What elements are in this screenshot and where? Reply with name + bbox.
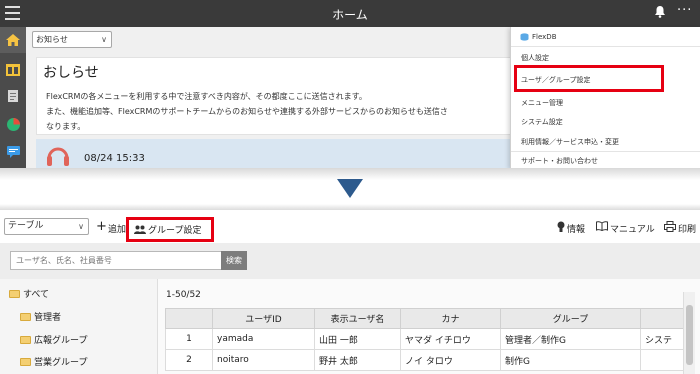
gift-icon[interactable] [0, 55, 26, 81]
column-header[interactable]: グループ [500, 308, 641, 329]
notice-line: また、機能追加等、FlexCRMのサポートチームからのお知らせや連携する外部サー… [46, 107, 448, 116]
notice-category-value: お知らせ [36, 35, 68, 44]
table-cell: ヤマダ イチロウ [400, 328, 501, 350]
notice-line: FlexCRMの各メニューを利用する中で注意すべき内容が、その都度ここに送信され… [46, 92, 367, 101]
folder-icon [20, 313, 31, 321]
group-settings-label: グループ設定 [148, 226, 202, 236]
table-cell: 制作G [500, 349, 641, 371]
tree-item-label: すべて [23, 290, 50, 300]
column-header[interactable]: ユーザID [212, 308, 315, 329]
vertical-scrollbar[interactable] [683, 292, 695, 374]
database-icon [520, 33, 529, 41]
chevron-down-icon: ∨ [78, 222, 84, 231]
transition-band [0, 168, 700, 210]
folder-icon [20, 358, 31, 366]
pie-chart-icon[interactable] [0, 111, 26, 137]
notice-category-select[interactable]: お知らせ ∨ [32, 31, 112, 48]
user-list-screen: テーブル ∨ + 追加 グループ設定 情報 マニュアル 印刷 検索 すべて 管理… [0, 210, 700, 374]
lightbulb-icon [557, 221, 565, 232]
tree-item-label: 管理者 [34, 313, 62, 323]
column-header[interactable] [165, 308, 213, 329]
column-header[interactable] [640, 308, 686, 329]
menu-divider [511, 46, 700, 47]
print-icon [664, 221, 676, 232]
table-header-row: ユーザID 表示ユーザ名 カナ グループ [165, 308, 686, 329]
top-bar: ホーム ··· [0, 0, 700, 27]
table-cell: システ [640, 328, 686, 350]
view-type-value: テーブル [8, 221, 44, 231]
users-icon [134, 225, 146, 234]
add-button[interactable]: 追加 [108, 222, 126, 235]
tree-item-label: 営業グループ [34, 358, 88, 368]
home-screen: ホーム ··· お知らせ ∨ おしらせ FlexCRMの各メニューを利用する中で… [0, 0, 700, 168]
table-cell: ノイ タロウ [400, 349, 501, 371]
print-button[interactable]: 印刷 [678, 222, 696, 235]
folder-icon [20, 336, 31, 344]
menu-divider [511, 151, 700, 152]
app-title: ホーム [332, 8, 368, 22]
table-cell: 野井 太郎 [314, 349, 401, 371]
tree-item-label: 広報グループ [34, 336, 88, 346]
bell-icon[interactable] [654, 5, 666, 22]
search-input[interactable] [10, 251, 222, 270]
home-icon[interactable] [0, 27, 26, 53]
scrollbar-thumb[interactable] [686, 305, 693, 365]
notice-body: FlexCRMの各メニューを利用する中で注意すべき内容が、その都度ここに送信され… [46, 89, 516, 134]
notice-time: 08/24 15:33 [84, 153, 145, 164]
column-header[interactable]: 表示ユーザ名 [314, 308, 401, 329]
table-cell: 2 [165, 349, 213, 371]
menu-header: FlexDB [532, 33, 557, 41]
table-row[interactable]: 1 yamada 山田 一郎 ヤマダ イチロウ 管理者／制作G システ [165, 328, 686, 350]
user-table: ユーザID 表示ユーザ名 カナ グループ 1 yamada 山田 一郎 ヤマダ … [165, 308, 686, 371]
more-options-icon[interactable]: ··· [677, 3, 692, 18]
table-cell: 山田 一郎 [314, 328, 401, 350]
info-button[interactable]: 情報 [567, 222, 585, 235]
table-cell: 管理者／制作G [500, 328, 641, 350]
chevron-down-icon: ∨ [101, 35, 107, 44]
table-row[interactable]: 2 noitaro 野井 太郎 ノイ タロウ 制作G [165, 349, 686, 371]
menu-item-usage-info[interactable]: 利用情報／サービス申込・変更 [521, 137, 619, 147]
record-count: 1-50/52 [166, 290, 201, 300]
menu-item-system-settings[interactable]: システム設定 [521, 117, 563, 127]
menu-item-personal-settings[interactable]: 個人設定 [521, 53, 549, 63]
notice-list-item[interactable]: 08/24 15:33 [36, 139, 516, 168]
tree-item-sales-group[interactable]: 営業グループ [20, 355, 87, 368]
document-icon[interactable] [0, 83, 26, 109]
folder-icon [9, 290, 20, 298]
highlight-box [514, 65, 664, 92]
notice-heading: おしらせ [43, 65, 99, 81]
book-icon [596, 221, 608, 231]
chat-icon[interactable] [0, 139, 26, 165]
notice-panel: おしらせ FlexCRMの各メニューを利用する中で注意すべき内容が、その都度ここ… [36, 57, 516, 135]
tree-item-admin[interactable]: 管理者 [20, 310, 61, 323]
view-type-select[interactable]: テーブル ∨ [4, 218, 89, 235]
plus-icon[interactable]: + [96, 219, 107, 234]
settings-dropdown-menu: FlexDB 個人設定 ユーザ／グループ設定 メニュー管理 システム設定 利用情… [510, 27, 700, 168]
menu-item-support[interactable]: サポート・お問い合わせ [521, 156, 598, 166]
menu-item-menu-management[interactable]: メニュー管理 [521, 98, 563, 108]
toolbar: テーブル ∨ + 追加 グループ設定 情報 マニュアル 印刷 [0, 210, 700, 243]
search-button[interactable]: 検索 [221, 251, 247, 270]
down-arrow-icon [337, 179, 363, 198]
tree-item-all[interactable]: すべて [9, 287, 49, 300]
group-tree: すべて 管理者 広報グループ 営業グループ [0, 279, 158, 374]
table-cell: 1 [165, 328, 213, 350]
user-list: 1-50/52 ユーザID 表示ユーザ名 カナ グループ 1 yamada 山田… [158, 279, 700, 374]
column-header[interactable]: カナ [400, 308, 501, 329]
search-bar: 検索 [0, 243, 700, 279]
headset-icon [47, 147, 69, 166]
left-nav [0, 27, 26, 168]
manual-button[interactable]: マニュアル [610, 222, 655, 235]
table-cell: yamada [212, 328, 315, 350]
table-cell [640, 349, 686, 371]
group-settings-button[interactable]: グループ設定 [126, 217, 214, 242]
tree-item-pr-group[interactable]: 広報グループ [20, 333, 87, 346]
home-content: お知らせ ∨ おしらせ FlexCRMの各メニューを利用する中で注意すべき内容が… [26, 27, 516, 168]
table-cell: noitaro [212, 349, 315, 371]
notice-line: なります。 [46, 122, 86, 131]
